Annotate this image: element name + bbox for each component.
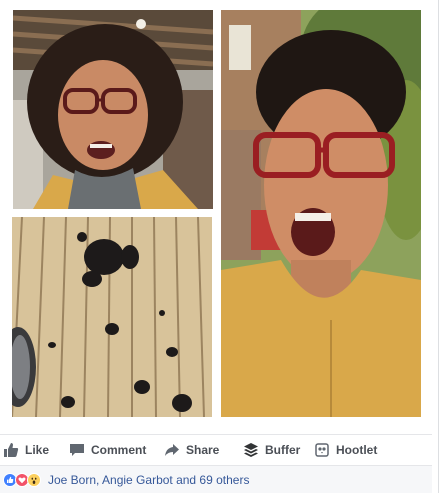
- comment-button[interactable]: Comment: [69, 435, 146, 465]
- reactions-names-link[interactable]: Joe Born, Angie Garbot and 69 others: [48, 473, 249, 487]
- hootlet-button[interactable]: Hootlet: [314, 435, 377, 465]
- photo-collage: [0, 0, 432, 432]
- photo-selfie-after[interactable]: [221, 10, 421, 417]
- photo-selfie-before[interactable]: [13, 10, 213, 209]
- comment-bubble-icon: [69, 442, 85, 458]
- reaction-icons[interactable]: [3, 472, 41, 487]
- reactions-summary: Joe Born, Angie Garbot and 69 others: [0, 465, 432, 493]
- photo-cut-hair-on-deck[interactable]: [12, 217, 212, 417]
- thumbs-up-icon: [3, 442, 19, 458]
- buffer-label: Buffer: [265, 442, 301, 457]
- share-button[interactable]: Share: [164, 435, 219, 465]
- like-button[interactable]: Like: [3, 435, 49, 465]
- comment-label: Comment: [91, 442, 147, 457]
- hootlet-label: Hootlet: [336, 442, 378, 457]
- buffer-stack-icon: [243, 442, 259, 458]
- like-label: Like: [25, 442, 50, 457]
- hootlet-owl-icon: [314, 442, 330, 458]
- share-arrow-icon: [164, 442, 180, 458]
- share-label: Share: [186, 442, 220, 457]
- post-card: Like Comment Share Buffer Hootlet Joe Bo…: [0, 0, 439, 493]
- post-action-bar: Like Comment Share Buffer Hootlet: [0, 434, 432, 464]
- buffer-button[interactable]: Buffer: [243, 435, 300, 465]
- wow-reaction-icon: [27, 472, 41, 487]
